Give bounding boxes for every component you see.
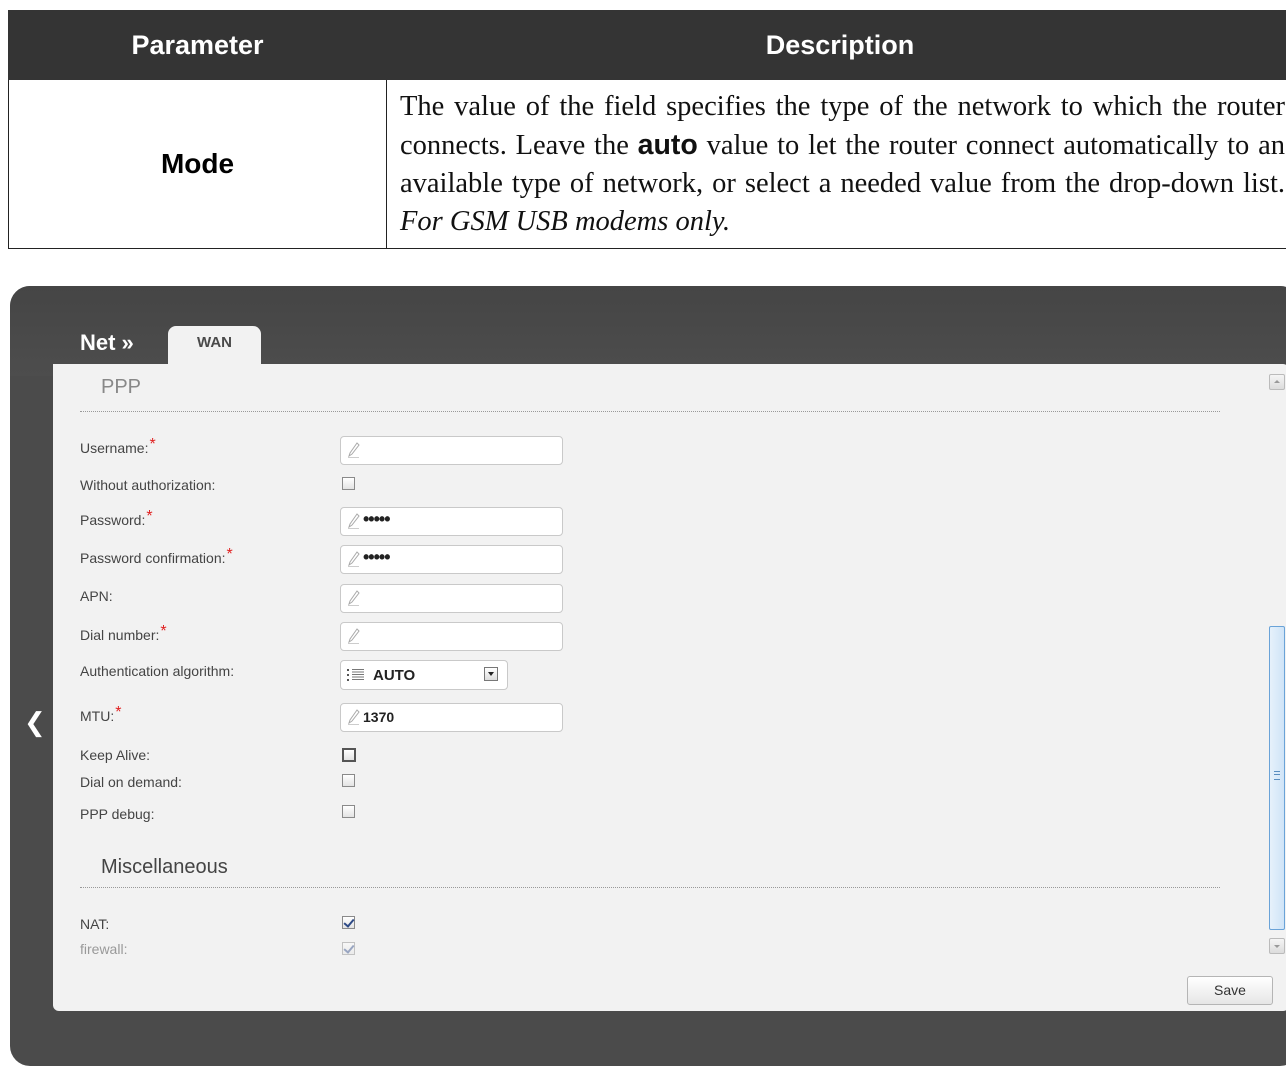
- required-mark: *: [149, 436, 156, 453]
- password-confirm-field[interactable]: •••••: [340, 545, 563, 574]
- desc-italic-note: For GSM USB modems only.: [400, 205, 731, 237]
- mtu-value: 1370: [363, 709, 395, 725]
- required-mark: *: [115, 704, 122, 721]
- section-title-ppp: PPP: [101, 376, 142, 398]
- password-confirm-value: •••••: [363, 547, 390, 567]
- table-header-row: Parameter Description: [8, 10, 1286, 80]
- auth-algo-select[interactable]: AUTO: [340, 660, 508, 690]
- scrollbar[interactable]: [1269, 374, 1285, 954]
- parameter-table: Parameter Description Mode The value of …: [8, 10, 1286, 249]
- chevron-left-icon[interactable]: ❮: [24, 708, 46, 738]
- list-icon: [347, 669, 364, 681]
- header-parameter: Parameter: [8, 10, 387, 80]
- scroll-down-button[interactable]: [1269, 938, 1285, 954]
- auth-algo-label: Authentication algorithm:: [80, 663, 235, 679]
- keep-alive-label: Keep Alive:: [80, 747, 151, 763]
- dial-number-field[interactable]: [340, 622, 563, 651]
- dial-on-demand-checkbox[interactable]: [342, 774, 355, 787]
- pencil-icon: [348, 709, 360, 725]
- mtu-field[interactable]: 1370: [340, 703, 563, 732]
- username-field[interactable]: [340, 436, 563, 465]
- mtu-label: MTU:*: [80, 704, 122, 724]
- table-row: Mode The value of the field specifies th…: [8, 79, 1286, 249]
- pencil-icon: [348, 590, 360, 606]
- ppp-debug-checkbox[interactable]: [342, 805, 355, 818]
- section-divider: [80, 887, 1220, 888]
- without-auth-label: Without authorization:: [80, 477, 216, 493]
- param-name: Mode: [8, 79, 387, 249]
- firewall-checkbox[interactable]: [342, 942, 355, 955]
- password-label: Password:*: [80, 508, 153, 528]
- wan-settings-panel: PPP Username:* Without authorization: Pa…: [53, 364, 1286, 1011]
- nat-label: NAT:: [80, 916, 110, 932]
- dial-on-demand-label: Dial on demand:: [80, 774, 182, 790]
- nat-checkbox[interactable]: [342, 916, 355, 929]
- save-button[interactable]: Save: [1187, 976, 1273, 1005]
- password-field[interactable]: •••••: [340, 507, 563, 536]
- section-divider: [80, 411, 1220, 412]
- desc-keyword: auto: [637, 128, 698, 161]
- auth-algo-value: AUTO: [373, 667, 416, 684]
- keep-alive-checkbox[interactable]: [342, 748, 356, 762]
- password-value: •••••: [363, 509, 390, 529]
- tab-wan[interactable]: WAN: [168, 326, 261, 366]
- scrollbar-thumb[interactable]: [1269, 626, 1285, 930]
- section-title-misc: Miscellaneous: [101, 856, 228, 878]
- pencil-icon: [348, 551, 360, 567]
- apn-label: APN:: [80, 588, 113, 604]
- firewall-label: firewall:: [80, 941, 128, 957]
- pencil-icon: [348, 442, 360, 458]
- required-mark: *: [226, 546, 233, 563]
- router-ui-frame: Net » WAN ❮ PPP Username:* Without autho…: [10, 286, 1286, 1066]
- without-auth-checkbox[interactable]: [342, 477, 355, 490]
- ppp-debug-label: PPP debug:: [80, 806, 155, 822]
- required-mark: *: [160, 623, 167, 640]
- breadcrumb[interactable]: Net »: [80, 330, 134, 356]
- dial-number-label: Dial number:*: [80, 623, 167, 643]
- pencil-icon: [348, 513, 360, 529]
- grip-icon: [1274, 771, 1280, 780]
- pencil-icon: [348, 628, 360, 644]
- apn-field[interactable]: [340, 584, 563, 613]
- password-confirm-label: Password confirmation:*: [80, 546, 233, 566]
- username-label: Username:*: [80, 436, 156, 456]
- scroll-up-button[interactable]: [1269, 374, 1285, 390]
- param-description: The value of the field specifies the typ…: [386, 79, 1286, 249]
- header-description: Description: [386, 10, 1286, 80]
- required-mark: *: [146, 508, 153, 525]
- chevron-down-icon[interactable]: [484, 667, 498, 681]
